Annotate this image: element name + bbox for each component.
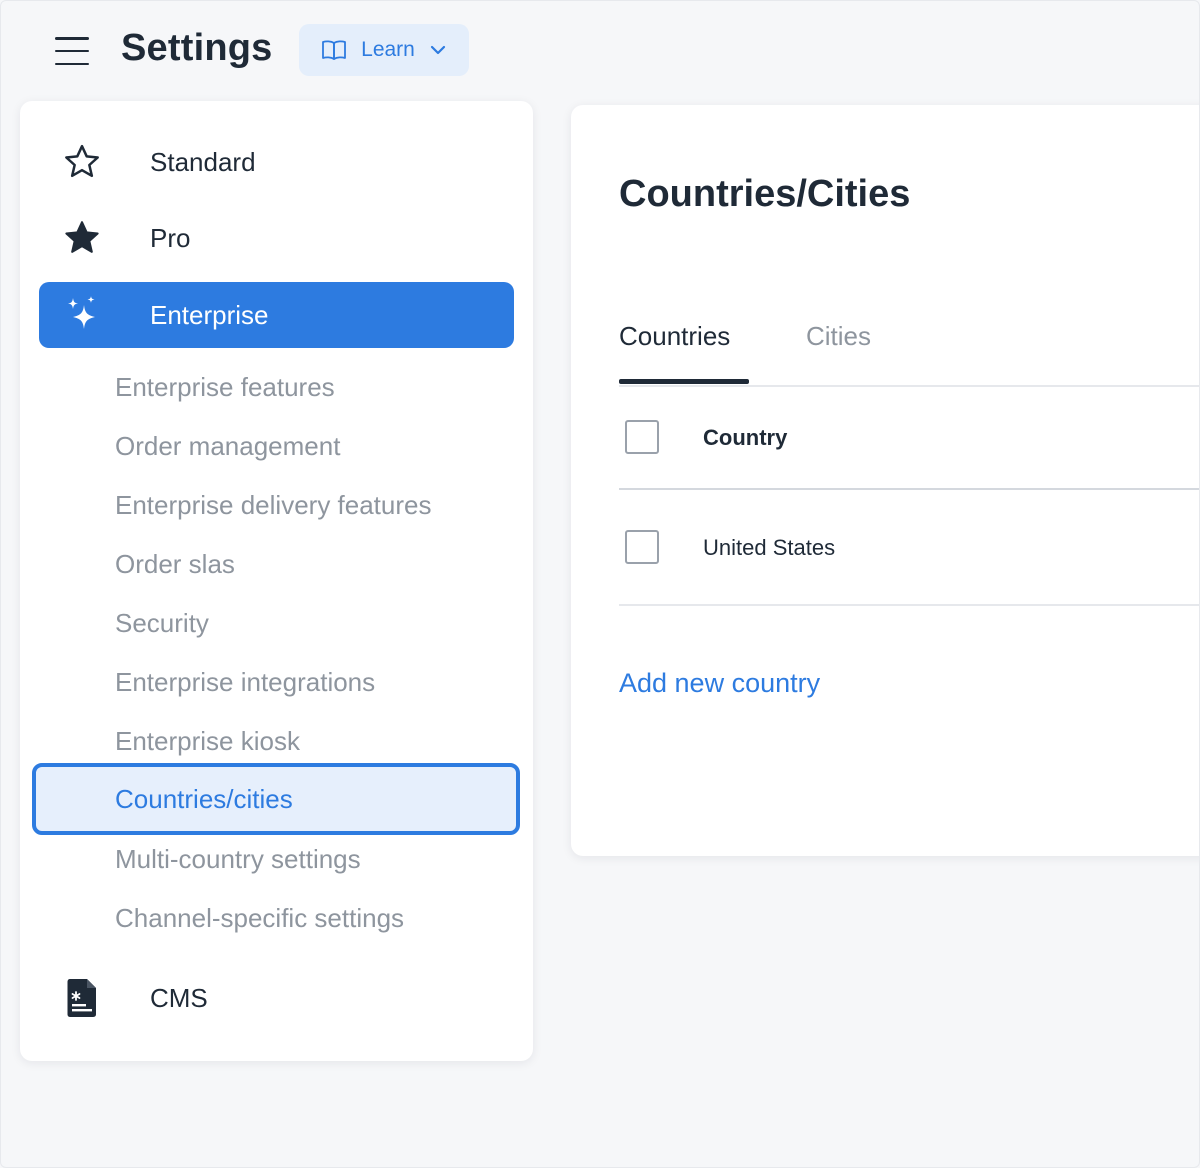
sidebar-subitem-label: Order slas <box>115 548 235 579</box>
sidebar-subitem-order-management[interactable]: Order management <box>58 418 533 474</box>
sidebar-subitem-label: Enterprise features <box>115 371 335 402</box>
document-icon <box>61 977 103 1019</box>
sidebar-item-label: Standard <box>150 146 256 177</box>
sidebar-subitem-label: Enterprise delivery features <box>115 489 432 520</box>
sidebar-subitem-label: Channel-specific settings <box>115 902 405 933</box>
star-filled-icon <box>61 217 103 259</box>
column-header-country: Country <box>703 425 788 450</box>
chevron-down-icon <box>429 44 447 56</box>
card-title: Countries/Cities <box>619 173 911 215</box>
sidebar-subitem-label: Multi-country settings <box>115 843 361 874</box>
tabs-divider <box>619 385 1199 387</box>
sidebar-subitem-enterprise-delivery-features[interactable]: Enterprise delivery features <box>58 477 533 533</box>
settings-page: Settings Learn Standard Pro Enterprise E… <box>0 0 1200 1168</box>
sidebar-subitem-countries-cities[interactable]: Countries/cities <box>32 763 520 835</box>
sidebar-item-cms[interactable]: CMS <box>39 965 514 1031</box>
sidebar-subitem-enterprise-features[interactable]: Enterprise features <box>58 359 533 415</box>
select-all-checkbox[interactable] <box>625 420 659 454</box>
learn-label: Learn <box>361 38 415 61</box>
tab-countries[interactable]: Countries <box>619 321 730 352</box>
row-checkbox[interactable] <box>625 530 659 564</box>
sidebar-subitem-label: Security <box>115 607 209 638</box>
sidebar-subitem-enterprise-kiosk[interactable]: Enterprise kiosk <box>58 713 533 769</box>
sidebar-subitem-channel-specific-settings[interactable]: Channel-specific settings <box>58 890 533 946</box>
countries-cities-card: Countries/Cities Countries Cities Countr… <box>571 105 1199 856</box>
add-new-country-link[interactable]: Add new country <box>619 668 820 699</box>
sidebar-subitem-label: Countries/cities <box>115 783 293 814</box>
learn-button[interactable]: Learn <box>299 24 469 76</box>
sidebar-subitem-label: Enterprise kiosk <box>115 725 300 756</box>
sidebar-item-label: CMS <box>150 982 208 1013</box>
sparkles-icon <box>61 294 103 336</box>
sidebar-item-enterprise[interactable]: Enterprise <box>39 282 514 348</box>
row-divider <box>619 604 1199 606</box>
sidebar-item-label: Pro <box>150 222 191 253</box>
country-cell: United States <box>703 535 836 560</box>
active-tab-indicator <box>619 379 749 384</box>
sidebar-subitem-multi-country-settings[interactable]: Multi-country settings <box>58 831 533 887</box>
sidebar-subitem-order-slas[interactable]: Order slas <box>58 536 533 592</box>
page-title: Settings <box>121 27 273 69</box>
tab-cities[interactable]: Cities <box>806 321 871 352</box>
star-outline-icon <box>61 141 103 183</box>
sidebar-subitem-security[interactable]: Security <box>58 595 533 651</box>
sidebar-item-pro[interactable]: Pro <box>39 205 514 271</box>
sidebar-item-label: Enterprise <box>150 299 269 330</box>
sidebar-subitem-label: Enterprise integrations <box>115 666 376 697</box>
hamburger-menu-icon[interactable] <box>55 37 89 65</box>
sidebar-item-standard[interactable]: Standard <box>39 129 514 195</box>
book-icon <box>321 39 347 61</box>
sidebar-subitem-label: Order management <box>115 430 341 461</box>
sidebar: Standard Pro Enterprise Enterprise featu… <box>20 101 533 1061</box>
sidebar-subitem-enterprise-integrations[interactable]: Enterprise integrations <box>58 654 533 710</box>
header-divider <box>619 488 1199 490</box>
